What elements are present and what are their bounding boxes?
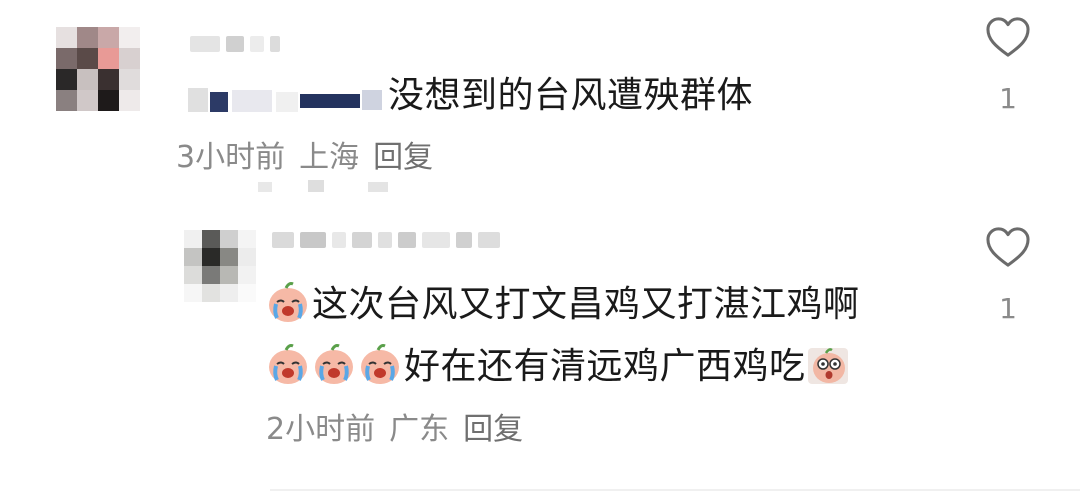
like-control[interactable]: 1 [978,226,1038,325]
crying-peach-emoji [358,342,402,386]
avatar[interactable] [56,27,140,111]
comment-time: 3小时前 [176,140,286,175]
like-count: 1 [999,292,1017,325]
reply-button[interactable]: 回复 [373,140,433,176]
avatar[interactable] [184,230,256,302]
mention-redacted [188,84,388,114]
like-count: 1 [999,82,1017,115]
comment-meta: 3小时前 上海 回复 [176,140,433,176]
heart-outline-icon[interactable] [985,16,1031,58]
crying-peach-emoji [266,342,310,386]
crying-peach-emoji [312,342,356,386]
reply-text-line-2: 好在还有清远鸡广西鸡吃 [266,342,852,391]
reply-text-line-1: 这次台风又打文昌鸡又打湛江鸡啊 [266,280,860,329]
username-redacted[interactable] [190,36,280,52]
reply-line-2-text: 好在还有清远鸡广西鸡吃 [404,346,806,387]
reply-line-1-text: 这次台风又打文昌鸡又打湛江鸡啊 [312,284,860,325]
shocked-peach-emoji [806,342,850,386]
meta-redacted [258,180,388,192]
heart-outline-icon[interactable] [985,226,1031,268]
reply-meta: 2小时前 广东 回复 [266,412,523,448]
like-control[interactable]: 1 [978,16,1038,115]
reply-location: 广东 [389,412,450,447]
reply-button[interactable]: 回复 [463,412,523,448]
comment-thread: 没想到的台风遭殃群体 3小时前 上海 回复 1 这次台风又打文昌鸡又打湛江鸡啊 … [0,0,1080,491]
crying-peach-emoji [266,280,310,324]
comment-location: 上海 [299,140,360,175]
username-redacted[interactable] [272,232,500,248]
comment-text: 没想到的台风遭殃群体 [388,75,754,116]
reply-time: 2小时前 [266,412,376,447]
